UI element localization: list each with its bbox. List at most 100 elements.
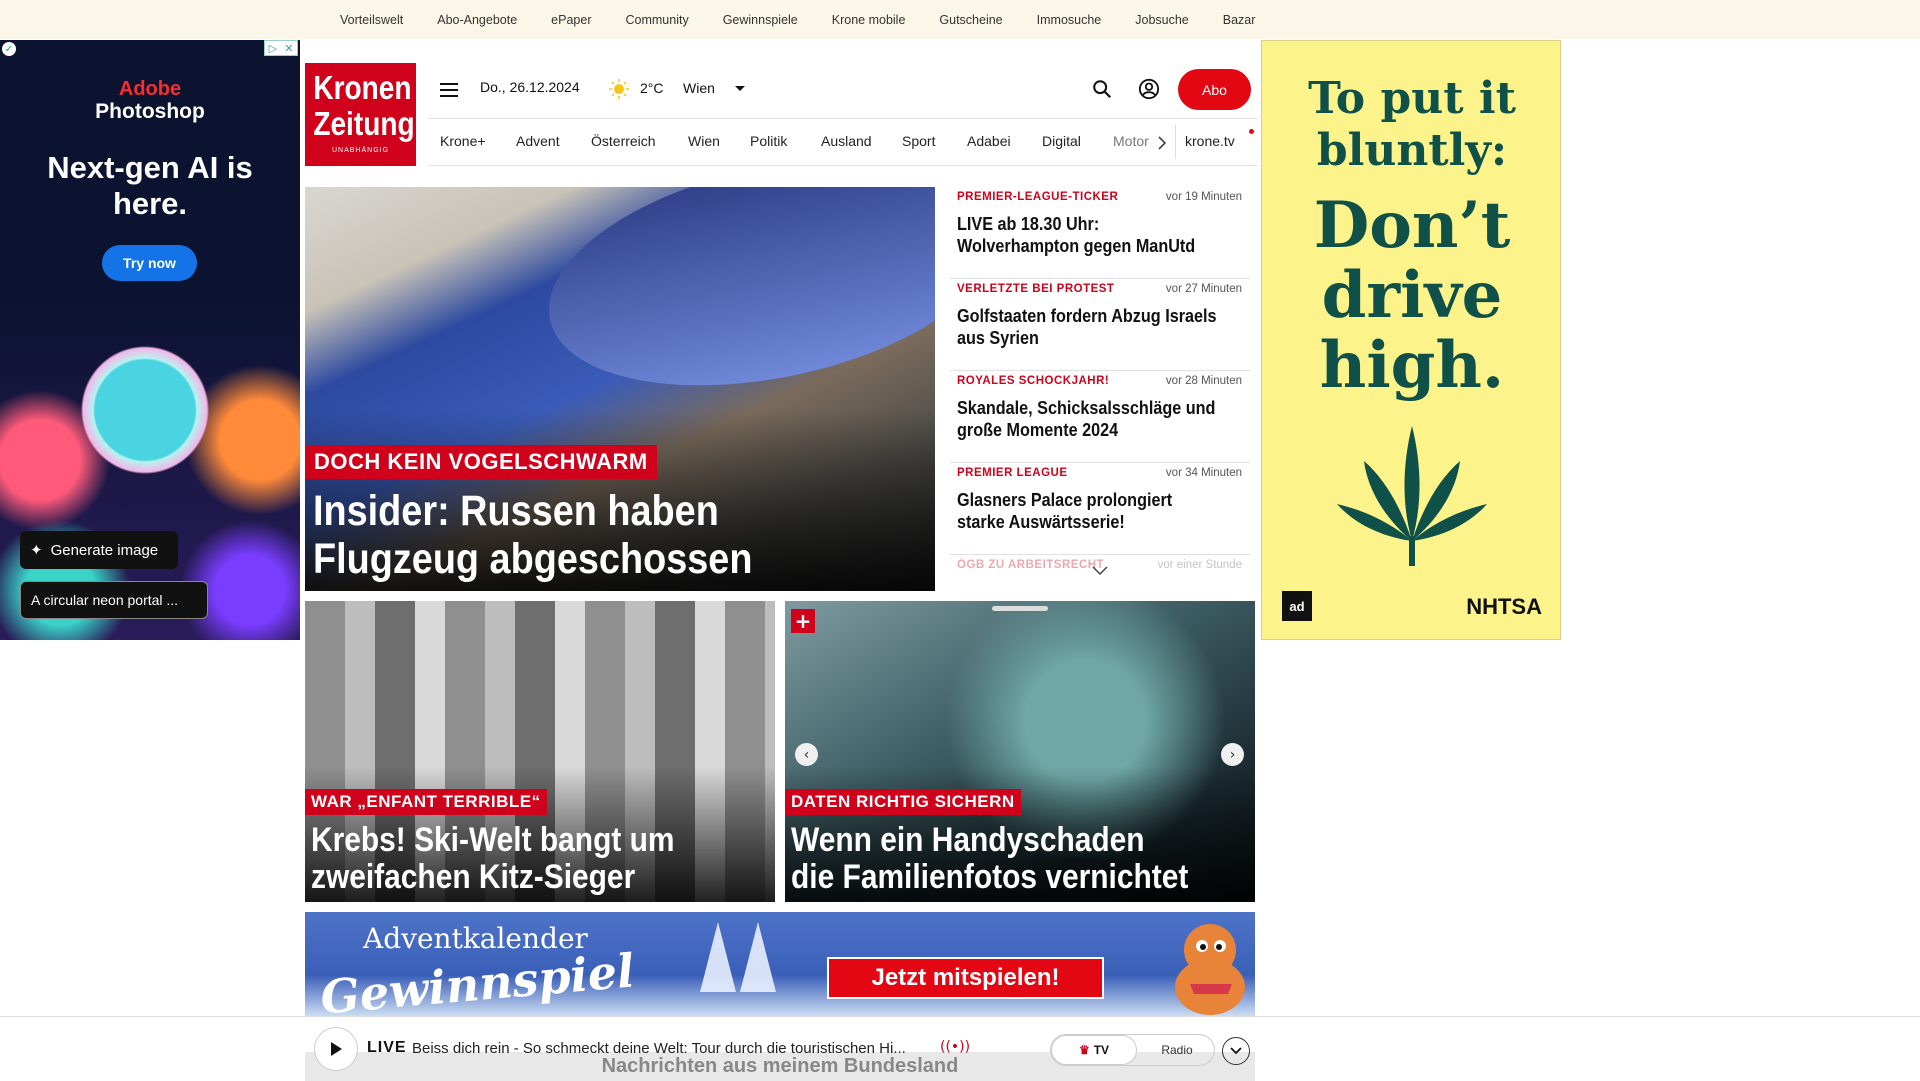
card-kicker: DATEN RICHTIG SICHERN bbox=[785, 789, 1021, 815]
live-dot-icon bbox=[1249, 129, 1254, 134]
news-time: vor 28 Minuten bbox=[1165, 375, 1242, 387]
hero-article[interactable]: DOCH KEIN VOGELSCHWARM Insider: Russen h… bbox=[305, 187, 935, 591]
card-title[interactable]: Krebs! Ski-Welt bangt um zweifachen Kitz… bbox=[311, 822, 716, 896]
topnav-gewinnspiele[interactable]: Gewinnspiele bbox=[723, 13, 798, 27]
tree-decoration bbox=[740, 922, 776, 992]
player-collapse-button[interactable] bbox=[1222, 1037, 1250, 1065]
logo-line1: Kronen bbox=[313, 69, 412, 106]
ad-generate-image-button[interactable]: ✦ Generate image bbox=[20, 531, 178, 569]
nav-item-adabei[interactable]: Adabei bbox=[967, 133, 1011, 149]
search-icon[interactable] bbox=[1091, 78, 1113, 100]
kronen-zeitung-logo[interactable]: Kronen Zeitung UNABHÄNGIG bbox=[305, 63, 416, 166]
news-item[interactable]: ROYALES SCHOCKJAHR! vor 28 Minuten Skand… bbox=[950, 371, 1250, 463]
ad-prompt-field[interactable]: A circular neon portal ... bbox=[20, 581, 208, 619]
nav-item-advent[interactable]: Advent bbox=[516, 133, 560, 149]
nav-item-krone-tv[interactable]: krone.tv bbox=[1185, 133, 1235, 149]
hamburger-menu-icon[interactable] bbox=[440, 78, 464, 102]
live-player-bar: Nachrichten aus meinem Bundesland LIVE B… bbox=[0, 1016, 1920, 1081]
sun-weather-icon bbox=[609, 79, 629, 99]
topnav-gutscheine[interactable]: Gutscheine bbox=[939, 13, 1002, 27]
carousel-prev-icon[interactable]: ‹ bbox=[795, 743, 818, 766]
logo-tagline: UNABHÄNGIG bbox=[331, 147, 390, 154]
nav-divider bbox=[1175, 125, 1176, 159]
carousel-indicator bbox=[992, 606, 1048, 611]
abo-button[interactable]: Abo bbox=[1178, 69, 1251, 110]
ad-product: Photoshop bbox=[95, 100, 205, 123]
jetzt-mitspielen-button[interactable]: Jetzt mitspielen! bbox=[827, 957, 1104, 999]
news-title[interactable]: Golfstaaten fordern Abzug Israels aus Sy… bbox=[957, 305, 1218, 349]
card-kicker: WAR „ENFANT TERRIBLE“ bbox=[305, 789, 547, 815]
ad-generate-label: Generate image bbox=[50, 541, 159, 559]
carousel-next-icon[interactable]: › bbox=[1221, 743, 1244, 766]
tree-decoration bbox=[700, 922, 736, 992]
top-utility-links: Vorteilswelt Abo-Angebote ePaper Communi… bbox=[340, 0, 1289, 39]
crown-icon: ♛ bbox=[1078, 1043, 1090, 1057]
play-icon bbox=[331, 1042, 342, 1056]
ad-left-adobe[interactable]: ✓ ▷ ✕ Adobe Photoshop Next-gen AI is here… bbox=[0, 40, 300, 640]
topnav-epaper[interactable]: ePaper bbox=[551, 13, 591, 27]
news-title[interactable]: LIVE ab 18.30 Uhr: Wolverhampton gegen M… bbox=[957, 213, 1218, 257]
nav-item-politik[interactable]: Politik bbox=[750, 133, 787, 149]
hero-image bbox=[528, 187, 935, 423]
live-description[interactable]: Beiss dich rein - So schmeckt deine Welt… bbox=[412, 1040, 932, 1057]
city-selector[interactable]: Wien bbox=[683, 80, 715, 96]
tv-radio-toggle[interactable]: ♛ TV Radio bbox=[1050, 1034, 1215, 1066]
news-kicker: PREMIER-LEAGUE-TICKER bbox=[957, 191, 1119, 203]
ad-right-nhtsa[interactable]: To put it bluntly: Don’t drive high. ad … bbox=[1261, 40, 1561, 640]
nav-item-wien[interactable]: Wien bbox=[688, 133, 720, 149]
news-time: vor 34 Minuten bbox=[1165, 467, 1242, 479]
ad-right-line1: To put it bluntly: bbox=[1308, 73, 1516, 176]
news-time: vor einer Stunde bbox=[1157, 559, 1242, 571]
tv-toggle-option[interactable]: ♛ TV bbox=[1051, 1035, 1137, 1065]
ad-council-logo: ad bbox=[1282, 591, 1312, 621]
news-kicker: ROYALES SCHOCKJAHR! bbox=[957, 375, 1110, 387]
topnav-vorteilswelt[interactable]: Vorteilswelt bbox=[340, 13, 403, 27]
radio-toggle-option[interactable]: Radio bbox=[1147, 1035, 1207, 1065]
caret-down-icon[interactable] bbox=[735, 86, 745, 91]
nav-scroll-right-icon[interactable] bbox=[1154, 135, 1170, 151]
topnav-abo-angebote[interactable]: Abo-Angebote bbox=[437, 13, 517, 27]
ad-try-now-button[interactable]: Try now bbox=[102, 245, 197, 281]
card-title[interactable]: Wenn ein Handyschaden die Familienfotos … bbox=[791, 822, 1196, 896]
nav-item-sport[interactable]: Sport bbox=[902, 133, 935, 149]
nav-item-digital[interactable]: Digital bbox=[1042, 133, 1081, 149]
cannabis-leaf-icon bbox=[1337, 426, 1487, 566]
ad-brand: Adobe bbox=[118, 78, 182, 100]
nav-item-motor[interactable]: Motor bbox=[1113, 133, 1149, 149]
ad-headline: Next-gen AI is here. bbox=[47, 150, 253, 221]
fox-mascot-icon bbox=[1175, 924, 1245, 1015]
news-item[interactable]: PREMIER-LEAGUE-TICKER vor 19 Minuten LIV… bbox=[950, 187, 1250, 279]
hero-title[interactable]: Insider: Russen haben Flugzeug abgeschos… bbox=[313, 487, 850, 583]
news-kicker: VERLETZTE BEI PROTEST bbox=[957, 283, 1115, 295]
news-item[interactable]: PREMIER LEAGUE vor 34 Minuten Glasners P… bbox=[950, 463, 1250, 555]
topnav-jobsuche[interactable]: Jobsuche bbox=[1135, 13, 1189, 27]
nav-item-oesterreich[interactable]: Österreich bbox=[591, 133, 656, 149]
latest-news-list: PREMIER-LEAGUE-TICKER vor 19 Minuten LIV… bbox=[950, 187, 1250, 592]
topnav-krone-mobile[interactable]: Krone mobile bbox=[832, 13, 906, 27]
ad-privacy-icon[interactable]: ✓ bbox=[2, 42, 16, 56]
article-card-carousel[interactable]: + ‹ › DATEN RICHTIG SICHERN Wenn ein Han… bbox=[785, 601, 1255, 902]
top-utility-bar: Vorteilswelt Abo-Angebote ePaper Communi… bbox=[0, 0, 1920, 39]
logo-line2: Zeitung bbox=[313, 105, 415, 142]
nav-item-krone-plus[interactable]: Krone+ bbox=[440, 133, 486, 149]
article-card[interactable]: WAR „ENFANT TERRIBLE“ Krebs! Ski-Welt ba… bbox=[305, 601, 775, 902]
play-button[interactable] bbox=[314, 1027, 358, 1071]
krone-plus-badge-icon: + bbox=[791, 609, 815, 633]
broadcast-icon: ((•)) bbox=[940, 1039, 971, 1055]
advent-gewinnspiel-banner[interactable]: Adventkalender Gewinnspiel Jetzt mitspie… bbox=[305, 912, 1255, 1017]
news-kicker: ÖGB ZU ARBEITSRECHT bbox=[957, 559, 1105, 571]
live-label: LIVE bbox=[367, 1039, 407, 1056]
topnav-community[interactable]: Community bbox=[625, 13, 688, 27]
expand-list-icon[interactable] bbox=[1092, 566, 1108, 576]
news-title[interactable]: Glasners Palace prolongiert starke Auswä… bbox=[957, 489, 1218, 533]
news-item[interactable]: VERLETZTE BEI PROTEST vor 27 Minuten Gol… bbox=[950, 279, 1250, 371]
news-title[interactable]: Skandale, Schicksalsschläge und große Mo… bbox=[957, 397, 1218, 441]
topnav-bazar[interactable]: Bazar bbox=[1223, 13, 1256, 27]
news-kicker: PREMIER LEAGUE bbox=[957, 467, 1068, 479]
hero-kicker: DOCH KEIN VOGELSCHWARM bbox=[305, 445, 657, 479]
topnav-immosuche[interactable]: Immosuche bbox=[1037, 13, 1102, 27]
account-icon[interactable] bbox=[1138, 78, 1160, 100]
adchoices-icon[interactable]: ▷ ✕ bbox=[264, 40, 298, 56]
nav-item-ausland[interactable]: Ausland bbox=[821, 133, 872, 149]
news-time: vor 27 Minuten bbox=[1165, 283, 1242, 295]
